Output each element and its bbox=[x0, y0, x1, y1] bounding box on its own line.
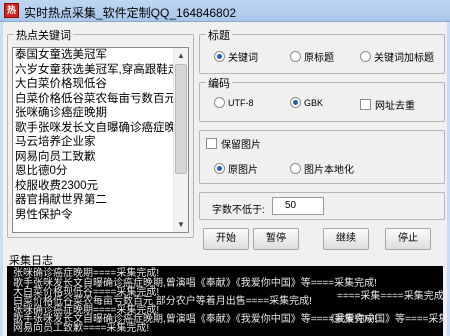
hot-keywords-group: 热点关键词 泰国女童选美冠军六岁女童获选美冠军,穿高跟鞋走T台显大白菜价格现低谷… bbox=[7, 27, 194, 238]
radio-keyword[interactable]: 关键词 bbox=[214, 49, 258, 64]
radio-utf8-dot[interactable] bbox=[214, 97, 225, 108]
log-panel[interactable]: 张咪确诊癌症晚期====采集完成! 歌手张咪发长文自曝确诊癌症晚期,曾演唱《奉献… bbox=[7, 266, 443, 336]
list-item[interactable]: 六岁女童获选美冠军,穿高跟鞋走T台显 bbox=[13, 63, 188, 78]
radio-localize-images[interactable]: 图片本地化 bbox=[290, 161, 354, 176]
window-title: 实时热点采集_软件定制QQ_164846802 bbox=[24, 6, 237, 20]
min-chars-input[interactable]: 50 bbox=[272, 197, 324, 215]
hot-keywords-label: 热点关键词 bbox=[14, 27, 73, 43]
image-options-group: 保留图片 原图片 图片本地化 bbox=[199, 130, 445, 184]
list-item[interactable]: 校服收费2300元 bbox=[13, 179, 188, 194]
radio-localize-images-dot[interactable] bbox=[290, 163, 301, 174]
title-group: 标题 关键词 原标题 关键词加标题 bbox=[199, 27, 445, 74]
list-item[interactable]: 马云培养企业家 bbox=[13, 135, 188, 150]
url-dedupe-box[interactable] bbox=[360, 99, 371, 110]
list-item[interactable]: 歌手张咪发长文自曝确诊癌症晚期,曾演 bbox=[13, 121, 188, 136]
continue-button[interactable]: 继续 bbox=[323, 228, 369, 250]
min-chars-label: 字数不低于: bbox=[212, 205, 265, 216]
checkbox-url-dedupe[interactable]: 网址去重 bbox=[360, 97, 415, 112]
list-item[interactable]: 张咪确诊癌症晚期 bbox=[13, 106, 188, 121]
radio-original-title-dot[interactable] bbox=[290, 51, 301, 62]
list-scrollbar[interactable]: ▲ ▼ bbox=[173, 48, 188, 232]
title-bar: 热 实时热点采集_软件定制QQ_164846802 bbox=[0, 0, 450, 22]
radio-original-title[interactable]: 原标题 bbox=[290, 49, 334, 64]
list-item[interactable]: 大白菜价格现低谷 bbox=[13, 77, 188, 92]
pause-button[interactable]: 暂停 bbox=[253, 228, 299, 250]
list-item[interactable]: 白菜价格低谷菜农每亩亏数百元 部分 bbox=[13, 92, 188, 107]
list-item[interactable]: 泰国女童选美冠军 bbox=[13, 48, 188, 63]
encoding-group: 编码 UTF-8 GBK 网址去重 bbox=[199, 75, 445, 122]
keep-images-box[interactable] bbox=[206, 138, 217, 149]
radio-utf8[interactable]: UTF-8 bbox=[214, 97, 254, 108]
app-icon: 热 bbox=[4, 3, 19, 18]
radio-original-images[interactable]: 原图片 bbox=[214, 161, 258, 176]
radio-keyword-dot[interactable] bbox=[214, 51, 225, 62]
encoding-group-label: 编码 bbox=[206, 75, 232, 91]
log-line: 网易向员工致歉====采集完成! bbox=[13, 323, 150, 334]
list-item[interactable]: 器官捐献世界第二 bbox=[13, 193, 188, 208]
min-chars-group: 字数不低于: 50 bbox=[199, 192, 445, 220]
radio-gbk[interactable]: GBK bbox=[290, 97, 323, 108]
list-item[interactable]: 网易向员工致歉 bbox=[13, 150, 188, 165]
radio-gbk-dot[interactable] bbox=[290, 97, 301, 108]
radio-original-images-dot[interactable] bbox=[214, 163, 225, 174]
main-panel: 热点关键词 泰国女童选美冠军六岁女童获选美冠军,穿高跟鞋走T台显大白菜价格现低谷… bbox=[0, 22, 450, 336]
log-line-right: ====采集====采集完成 bbox=[337, 291, 443, 302]
list-item[interactable]: 男性保护令 bbox=[13, 208, 188, 223]
radio-keyword-plus-title[interactable]: 关键词加标题 bbox=[360, 49, 434, 64]
list-item[interactable]: 恩比德0分 bbox=[13, 164, 188, 179]
start-button[interactable]: 开始 bbox=[203, 228, 249, 250]
scroll-down-icon[interactable]: ▼ bbox=[174, 217, 188, 232]
scroll-thumb[interactable] bbox=[175, 64, 187, 174]
log-line-right: 《我爱你中国》等====采集完成 bbox=[325, 314, 443, 325]
stop-button[interactable]: 停止 bbox=[385, 228, 431, 250]
checkbox-keep-images[interactable]: 保留图片 bbox=[206, 136, 261, 151]
title-group-label: 标题 bbox=[206, 27, 232, 43]
radio-keyword-plus-title-dot[interactable] bbox=[360, 51, 371, 62]
hot-keywords-list[interactable]: 泰国女童选美冠军六岁女童获选美冠军,穿高跟鞋走T台显大白菜价格现低谷白菜价格低谷… bbox=[12, 47, 189, 233]
scroll-up-icon[interactable]: ▲ bbox=[174, 48, 188, 63]
